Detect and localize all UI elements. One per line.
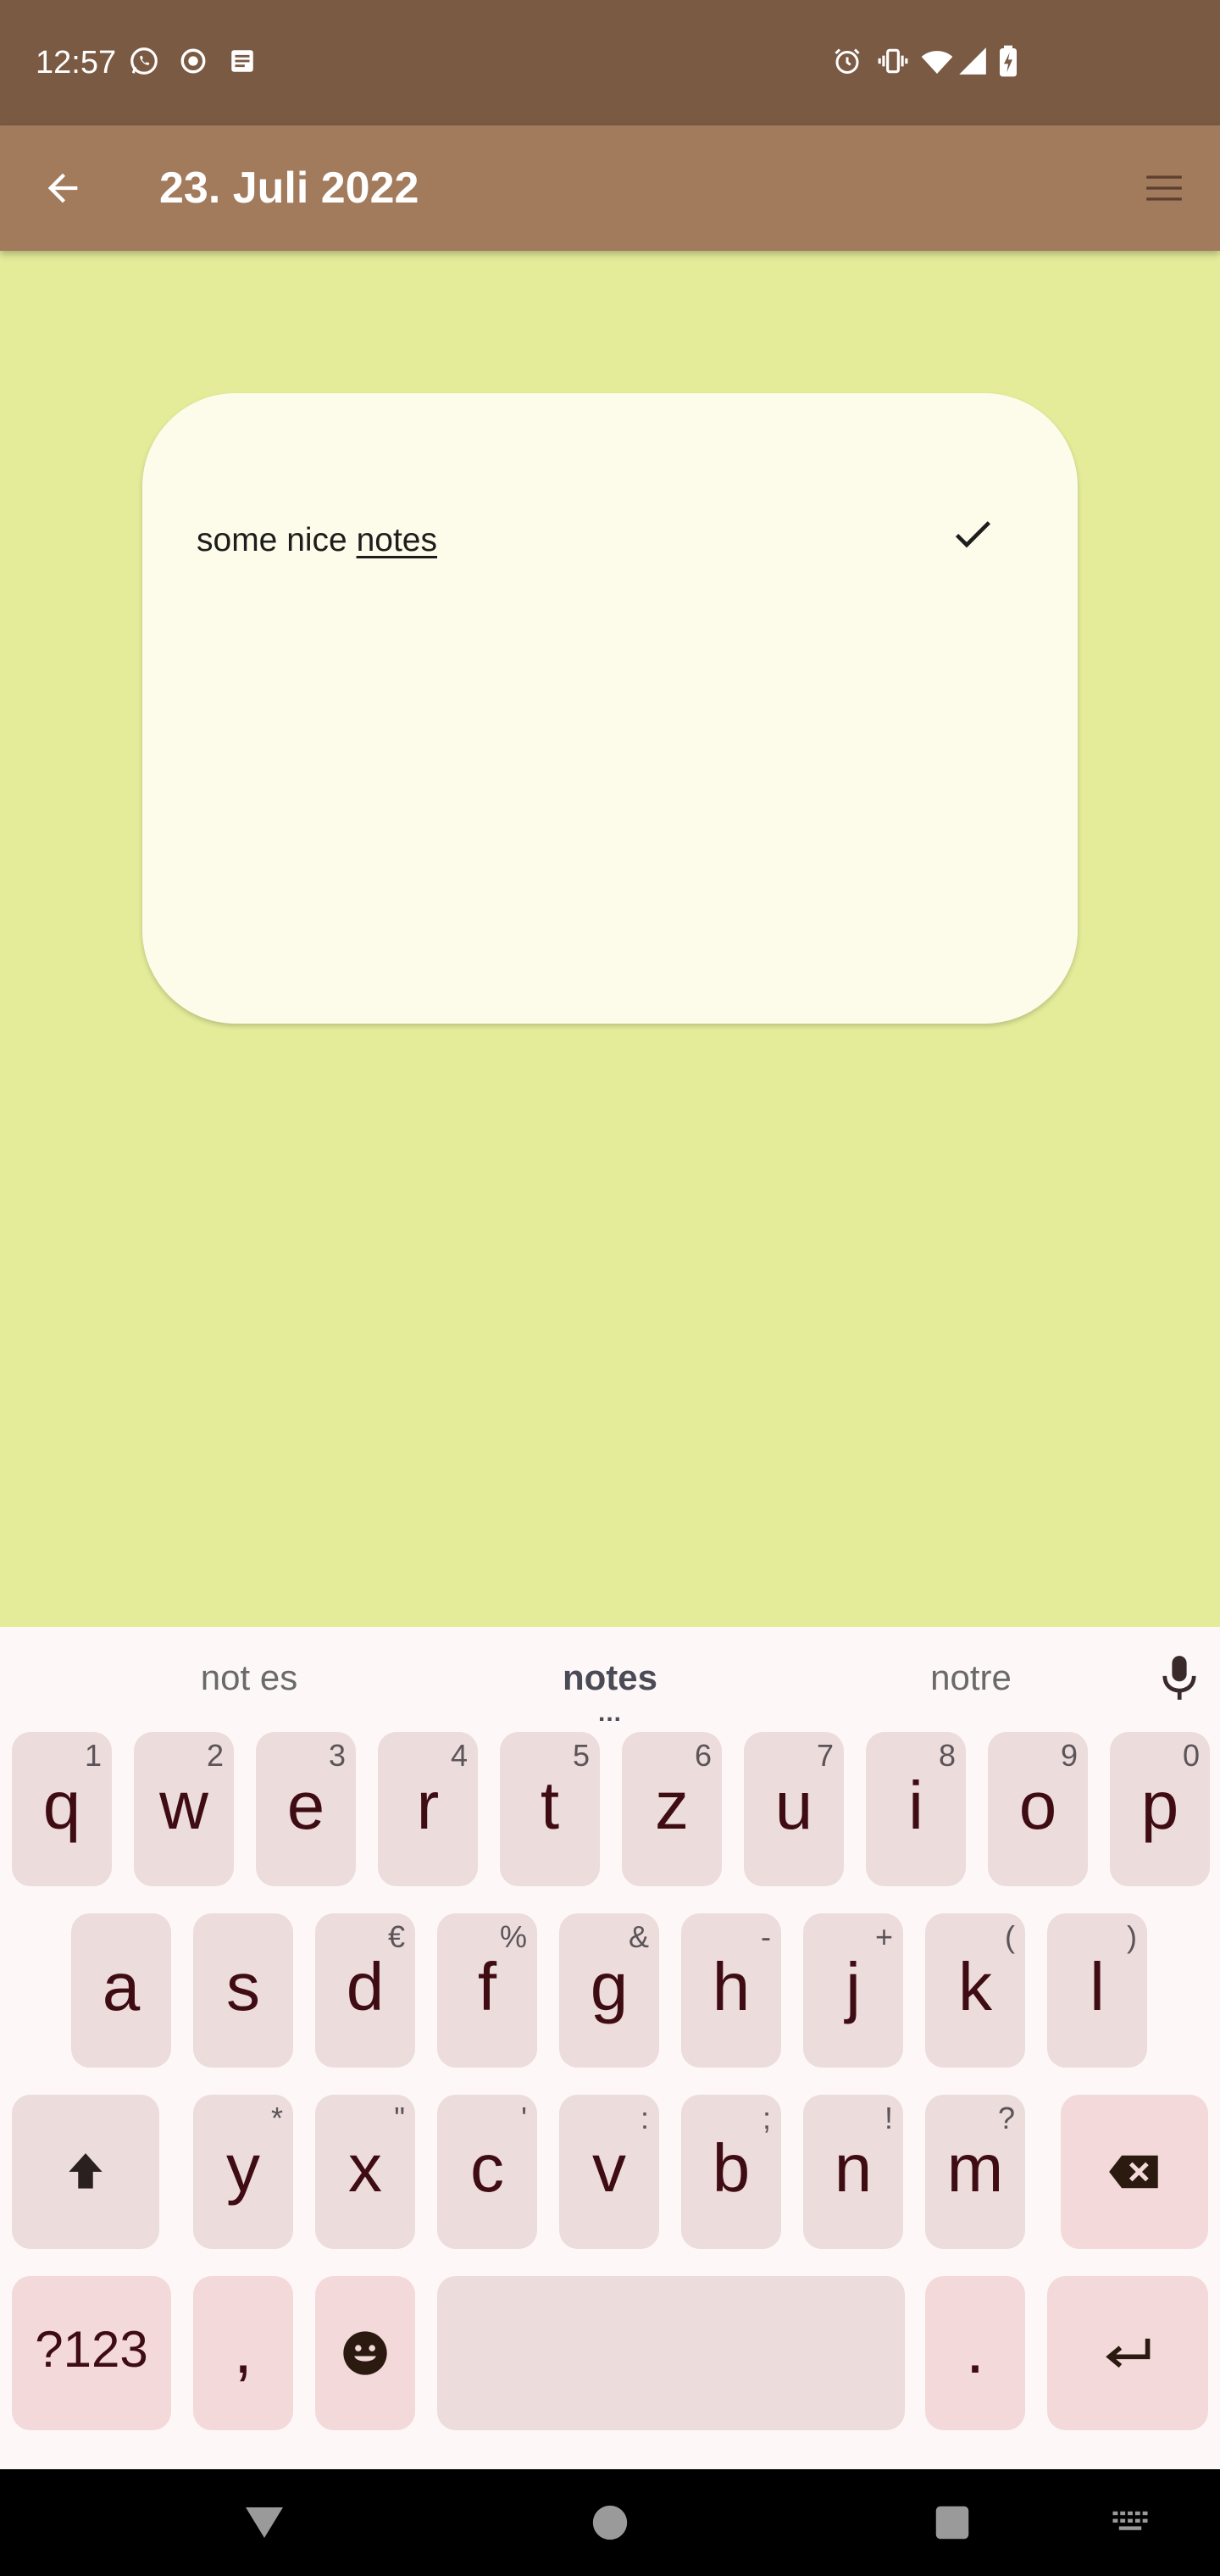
- key-h[interactable]: h-: [681, 1913, 781, 2068]
- home-circle-icon: [592, 2505, 628, 2540]
- arrow-left-icon: [47, 173, 78, 203]
- nav-back-button[interactable]: [239, 2497, 290, 2548]
- key-period[interactable]: .: [925, 2276, 1025, 2430]
- hamburger-menu-icon: [1146, 175, 1182, 201]
- whatsapp-icon: [125, 42, 163, 80]
- key-o[interactable]: o9: [988, 1732, 1088, 1886]
- soft-keyboard: not es notes ... notre q1 w2 e3 r4 t5 z6…: [0, 1627, 1220, 2469]
- nav-home-button[interactable]: [585, 2497, 635, 2548]
- checkmark-icon: [955, 521, 990, 548]
- suggestion-bar: not es notes ... notre: [0, 1627, 1220, 1729]
- key-c[interactable]: c ': [437, 2095, 537, 2249]
- alarm-icon: [829, 42, 866, 80]
- key-x[interactable]: x ": [315, 2095, 415, 2249]
- note-text-prefix: some nice: [197, 522, 357, 558]
- microphone-icon: [1162, 1656, 1196, 1700]
- status-time: 12:57: [36, 45, 117, 80]
- back-triangle-icon: [246, 2507, 283, 2538]
- signal-icon: [954, 42, 991, 80]
- note-card[interactable]: some nice notes: [142, 393, 1078, 1024]
- key-b[interactable]: b;: [681, 2095, 781, 2249]
- note-icon: [224, 42, 261, 80]
- backspace-icon: [1109, 2155, 1158, 2189]
- app-bar: 23. Juli 2022: [0, 125, 1220, 251]
- backspace-key[interactable]: [1061, 2095, 1208, 2249]
- key-comma[interactable]: ,: [193, 2276, 293, 2430]
- key-n[interactable]: n!: [803, 2095, 903, 2249]
- keyboard-switch-icon: [1112, 2511, 1148, 2530]
- shift-arrow-icon: [69, 2153, 103, 2189]
- voice-input-button[interactable]: [1156, 1649, 1203, 1707]
- key-d[interactable]: d €: [315, 1913, 415, 2068]
- key-a[interactable]: a: [71, 1913, 171, 2068]
- key-u[interactable]: u7: [744, 1732, 844, 1886]
- key-k[interactable]: k(: [925, 1913, 1025, 2068]
- key-s[interactable]: s: [193, 1913, 293, 2068]
- shift-key[interactable]: [12, 2095, 159, 2249]
- key-t[interactable]: t5: [500, 1732, 600, 1886]
- wifi-icon: [918, 42, 956, 80]
- enter-key[interactable]: [1047, 2276, 1208, 2430]
- key-e[interactable]: e3: [256, 1732, 356, 1886]
- suggestion-center[interactable]: notes: [483, 1652, 737, 1703]
- suggestion-left[interactable]: not es: [122, 1652, 376, 1703]
- menu-button[interactable]: [1132, 156, 1196, 220]
- system-nav-bar: [0, 2469, 1220, 2576]
- suggestion-right[interactable]: notre: [844, 1652, 1098, 1703]
- keyboard-switch-button[interactable]: [1105, 2497, 1156, 2548]
- page-title: 23. Juli 2022: [159, 164, 419, 213]
- smiley-face-icon: [343, 2331, 387, 2375]
- status-bar: 12:57: [0, 0, 1220, 125]
- nav-recents-button[interactable]: [927, 2497, 978, 2548]
- key-f[interactable]: f%: [437, 1913, 537, 2068]
- note-text-composing-word: notes: [356, 522, 437, 558]
- space-key[interactable]: [437, 2276, 905, 2430]
- key-q[interactable]: q1: [12, 1732, 112, 1886]
- key-v[interactable]: v:: [559, 2095, 659, 2249]
- key-g[interactable]: g &: [559, 1913, 659, 2068]
- symbols-key[interactable]: ?123: [12, 2276, 171, 2430]
- vibrate-icon: [874, 42, 912, 80]
- key-i[interactable]: i8: [866, 1732, 966, 1886]
- key-m[interactable]: m?: [925, 2095, 1025, 2249]
- recents-square-icon: [935, 2506, 969, 2540]
- key-p[interactable]: p0: [1110, 1732, 1210, 1886]
- back-button[interactable]: [30, 156, 95, 220]
- record-icon: [175, 42, 212, 80]
- key-z[interactable]: z6: [622, 1732, 722, 1886]
- enter-arrow-icon: [1106, 2338, 1151, 2368]
- confirm-button[interactable]: [939, 500, 1006, 568]
- note-text-field[interactable]: some nice notes: [197, 520, 437, 561]
- key-r[interactable]: r4: [378, 1732, 478, 1886]
- emoji-key[interactable]: [315, 2276, 415, 2430]
- key-l[interactable]: l): [1047, 1913, 1147, 2068]
- key-w[interactable]: w2: [134, 1732, 234, 1886]
- battery-charging-icon: [990, 42, 1027, 80]
- suggestion-more-indicator[interactable]: ...: [593, 1701, 627, 1726]
- key-j[interactable]: j +: [803, 1913, 903, 2068]
- key-y[interactable]: y *: [193, 2095, 293, 2249]
